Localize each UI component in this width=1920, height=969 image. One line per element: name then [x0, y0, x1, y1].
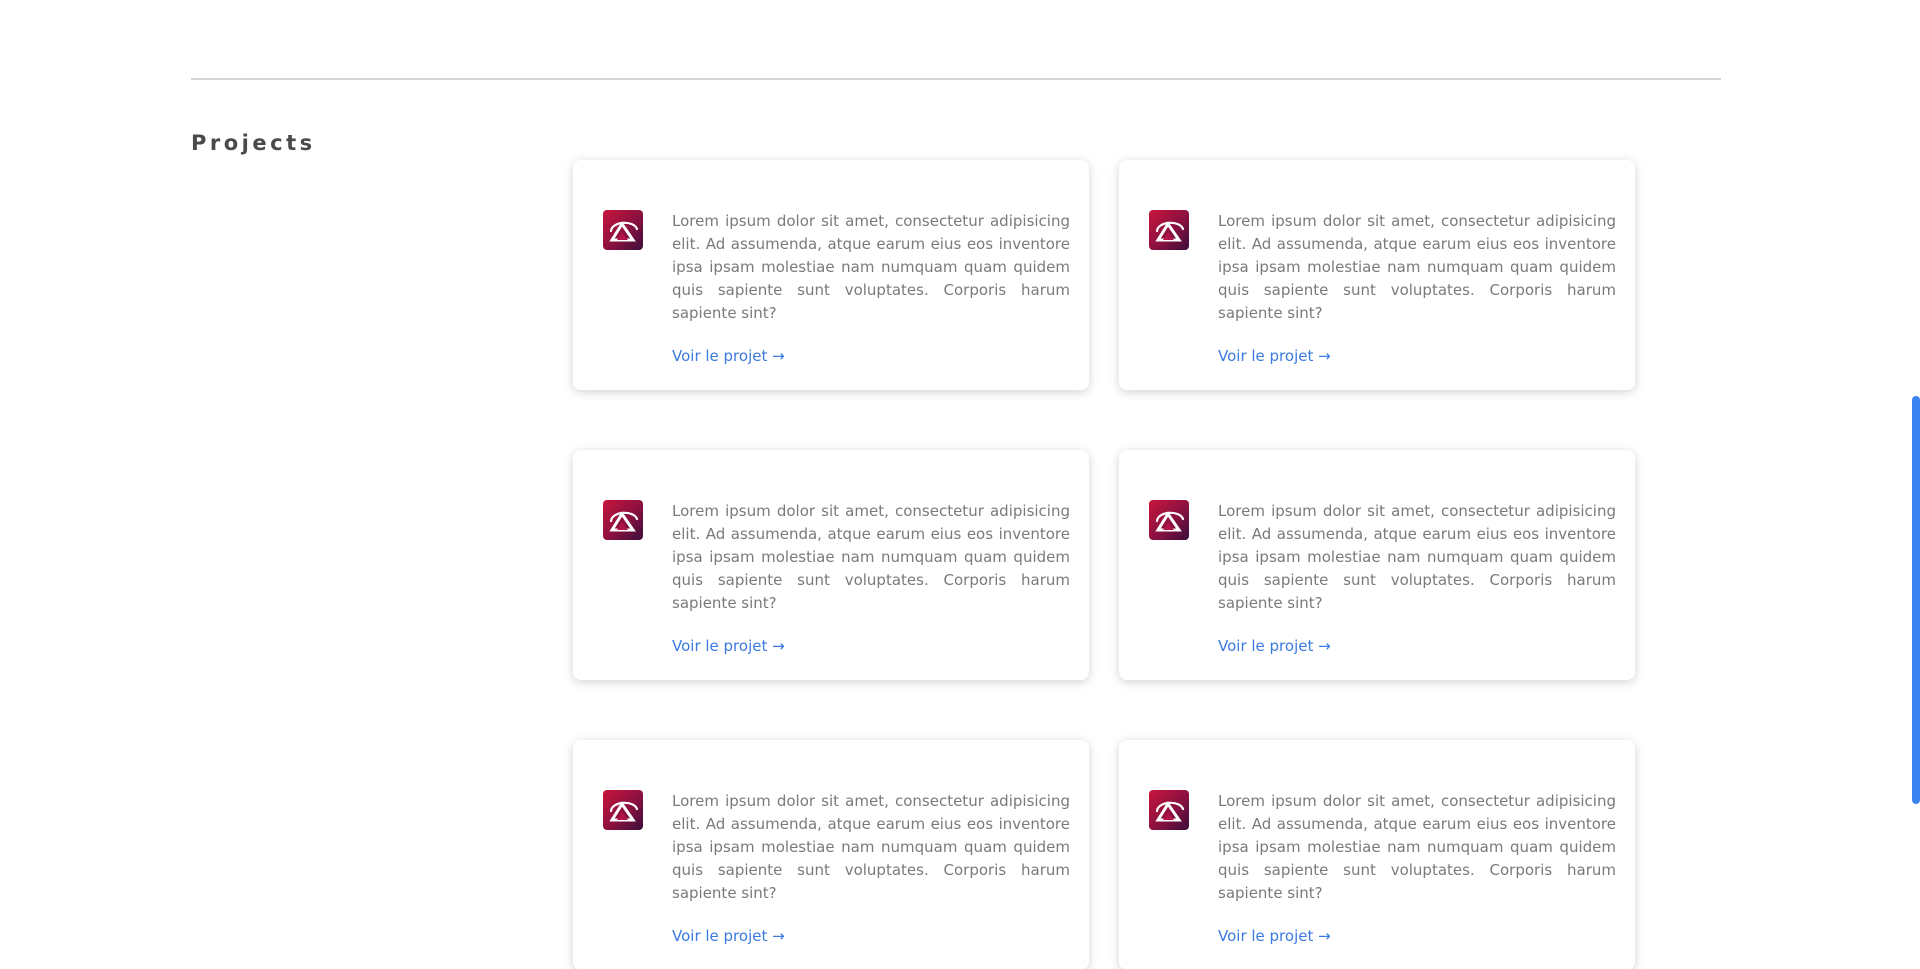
view-project-link[interactable]: Voir le projet →: [672, 347, 785, 365]
section-divider: [191, 78, 1721, 80]
page: Projects Lorem ipsum dolor sit amet, con…: [0, 0, 1920, 969]
project-logo-icon: [603, 210, 643, 250]
project-logo-icon: [603, 790, 643, 830]
view-project-link[interactable]: Voir le projet →: [1218, 927, 1331, 945]
project-card: Lorem ipsum dolor sit amet, consectetur …: [1119, 450, 1635, 680]
project-logo-icon: [1149, 790, 1189, 830]
view-project-link[interactable]: Voir le projet →: [672, 927, 785, 945]
project-description: Lorem ipsum dolor sit amet, consectetur …: [672, 502, 1070, 612]
project-logo-icon: [603, 500, 643, 540]
project-description: Lorem ipsum dolor sit amet, consectetur …: [1218, 792, 1616, 902]
view-project-link[interactable]: Voir le projet →: [672, 637, 785, 655]
project-description: Lorem ipsum dolor sit amet, consectetur …: [1218, 502, 1616, 612]
view-project-link[interactable]: Voir le projet →: [1218, 347, 1331, 365]
project-card: Lorem ipsum dolor sit amet, consectetur …: [573, 450, 1089, 680]
scrollbar-thumb[interactable]: [1912, 396, 1920, 804]
project-card: Lorem ipsum dolor sit amet, consectetur …: [1119, 740, 1635, 969]
project-logo-icon: [1149, 210, 1189, 250]
view-project-link[interactable]: Voir le projet →: [1218, 637, 1331, 655]
project-description: Lorem ipsum dolor sit amet, consectetur …: [672, 792, 1070, 902]
project-card: Lorem ipsum dolor sit amet, consectetur …: [1119, 160, 1635, 390]
project-description: Lorem ipsum dolor sit amet, consectetur …: [672, 212, 1070, 322]
project-logo-icon: [1149, 500, 1189, 540]
project-card: Lorem ipsum dolor sit amet, consectetur …: [573, 740, 1089, 969]
project-description: Lorem ipsum dolor sit amet, consectetur …: [1218, 212, 1616, 322]
projects-grid: Lorem ipsum dolor sit amet, consectetur …: [573, 160, 1635, 969]
section-title: Projects: [191, 131, 316, 155]
project-card: Lorem ipsum dolor sit amet, consectetur …: [573, 160, 1089, 390]
